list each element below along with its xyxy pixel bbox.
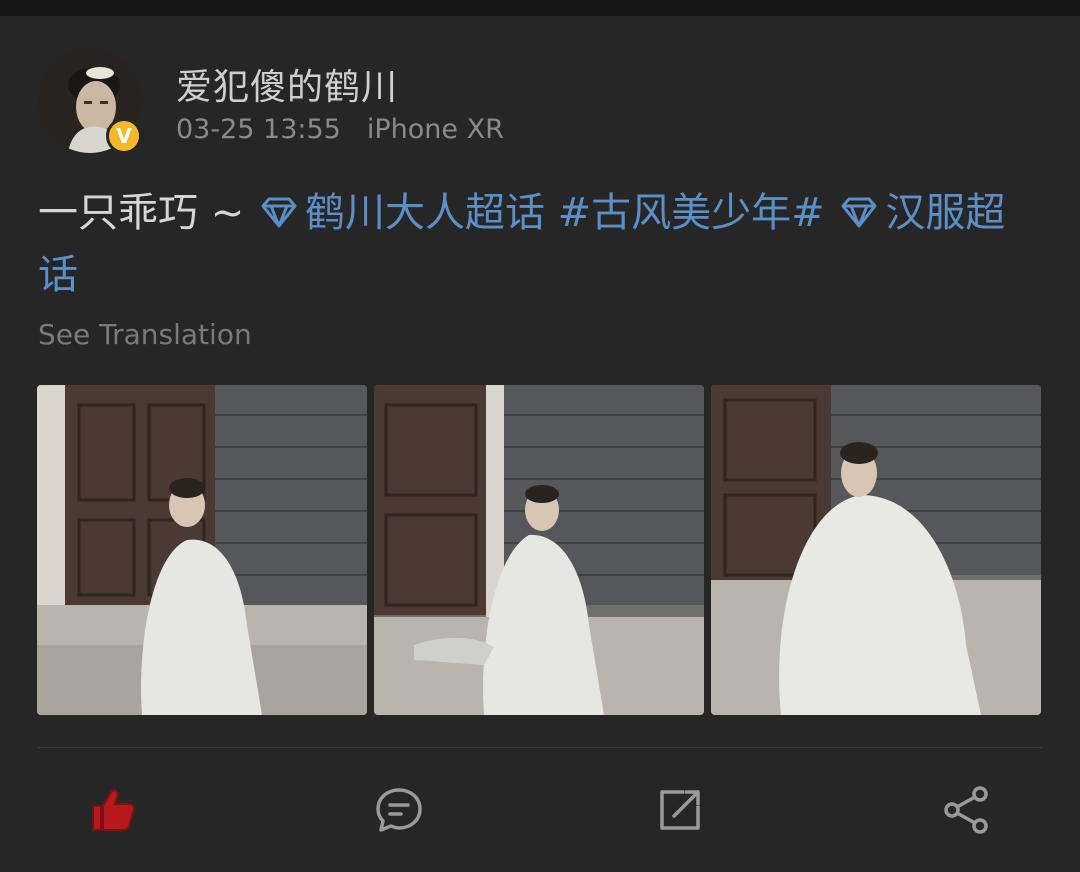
comment-button[interactable] [373, 784, 425, 836]
repost-button[interactable] [654, 784, 706, 836]
thumbs-up-icon [92, 789, 135, 831]
post-card: V 爱犯傻的鹤川 03-25 13:55 iPhone XR 一只乖巧 ~ 鹤川大… [0, 16, 1080, 872]
see-translation-link[interactable]: See Translation [38, 318, 252, 351]
post-photo-2[interactable] [374, 385, 704, 715]
author-name[interactable]: 爱犯傻的鹤川 [176, 58, 398, 110]
diamond-icon [261, 197, 297, 228]
super-topic-link-1[interactable]: 鹤川大人超话 [257, 190, 545, 236]
post-photo-3[interactable] [711, 385, 1041, 715]
post-text-prefix: 一只乖巧 ~ [38, 190, 257, 236]
hashtag-link[interactable]: #古风美少年# [545, 190, 837, 236]
like-button[interactable] [87, 784, 139, 836]
super-topic-label-1: 鹤川大人超话 [304, 190, 545, 236]
share-button[interactable] [940, 784, 992, 836]
post-text: 一只乖巧 ~ 鹤川大人超话 #古风美少年# 汉服超话 [38, 182, 1042, 306]
verified-badge: V [106, 118, 142, 154]
repost-icon [660, 790, 700, 830]
post-photo-1[interactable] [37, 385, 367, 715]
share-icon [944, 786, 988, 834]
divider [38, 747, 1042, 748]
post-meta: 03-25 13:55 iPhone XR [176, 114, 504, 145]
post-timestamp: 03-25 13:55 [176, 114, 341, 145]
comment-icon [376, 788, 422, 832]
status-bar [0, 0, 1080, 16]
post-device: iPhone XR [366, 114, 504, 145]
diamond-icon [841, 197, 877, 228]
